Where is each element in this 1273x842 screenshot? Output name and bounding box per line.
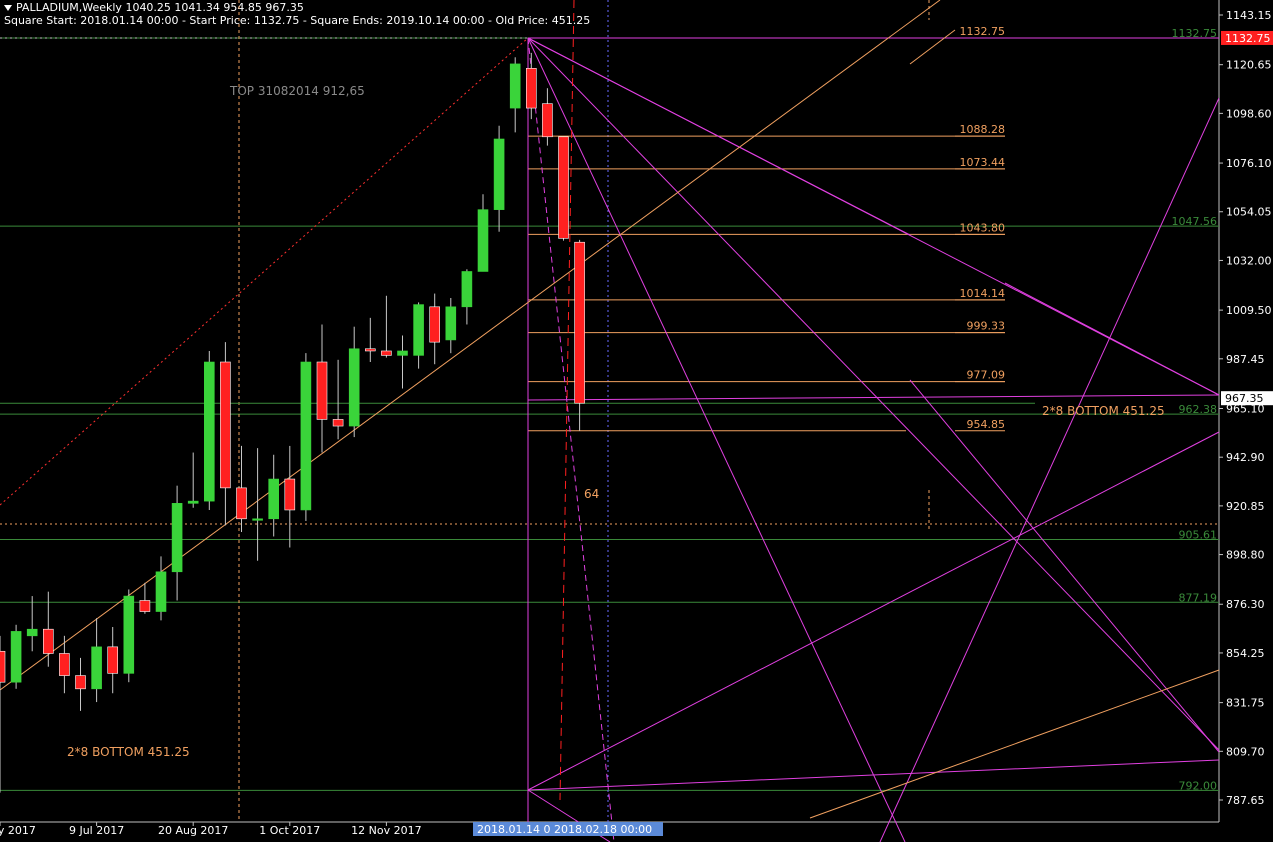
- candle-body: [0, 650, 6, 683]
- y-tick-label: 898.80: [1226, 549, 1265, 562]
- candle-body: [236, 487, 247, 520]
- candle-body: [525, 68, 537, 109]
- gann-line: [527, 431, 1220, 791]
- annotation-bottom-right: 2*8 BOTTOM 451.25: [1042, 404, 1165, 418]
- candle-body: [348, 348, 360, 427]
- candle-body: [542, 103, 553, 138]
- trend-line: [0, 0, 941, 691]
- candle-body: [187, 500, 199, 504]
- green-level-label: 905.61: [1179, 529, 1218, 542]
- candle-body: [316, 361, 328, 420]
- x-tick-label: 1 Oct 2017: [259, 824, 320, 837]
- candle-body: [445, 306, 457, 341]
- fib-level-label: 1014.14: [960, 287, 1006, 300]
- trend-line: [809, 669, 1220, 819]
- fib-level-label: 1088.28: [960, 123, 1006, 136]
- gann-line: [879, 97, 1220, 842]
- gann-line: [909, 379, 1220, 753]
- candle-body: [10, 631, 22, 683]
- current-price-tag-text: 967.35: [1225, 392, 1264, 405]
- candle-body: [397, 350, 408, 356]
- drawing-lines: [0, 0, 1220, 842]
- candle-body: [139, 600, 151, 612]
- chart-grid: [0, 0, 1220, 823]
- candles: [0, 52, 585, 793]
- high-price-tag-text: 1132.75: [1225, 32, 1271, 45]
- candle-body: [171, 503, 183, 573]
- candle-body: [429, 306, 441, 343]
- green-level-label: 1132.75: [1172, 27, 1218, 40]
- y-tick-label: 920.85: [1226, 500, 1265, 513]
- y-tick-label: 1009.50: [1226, 304, 1272, 317]
- candle-body: [42, 628, 54, 654]
- fib-level-label: 1073.44: [960, 156, 1006, 169]
- candle-body: [381, 350, 392, 356]
- y-tick-label: 876.30: [1226, 598, 1265, 611]
- y-tick-label: 831.75: [1226, 697, 1265, 710]
- y-tick-label: 1143.15: [1226, 9, 1272, 22]
- candle-body: [91, 646, 102, 690]
- fib-level-label: 977.09: [967, 369, 1006, 382]
- fib-level-label: 1132.75: [960, 25, 1006, 38]
- candle-body: [26, 628, 38, 637]
- annotation-top: TOP 31082014 912,65: [229, 84, 365, 98]
- candle-body: [300, 361, 312, 511]
- y-tick-label: 1120.65: [1226, 59, 1272, 72]
- candle-body: [155, 571, 167, 612]
- candle-body: [284, 478, 296, 511]
- y-tick-label: 1032.00: [1226, 254, 1272, 267]
- candle-body: [493, 138, 505, 210]
- gann-line: [527, 37, 906, 842]
- candle-body: [461, 271, 473, 308]
- price-axis: 1143.15 1120.65 1098.60 1076.10 1054.05 1032.…: [1219, 9, 1273, 807]
- red-dotted-trend-line: [0, 37, 529, 506]
- annotation-bottom-left: 2*8 BOTTOM 451.25: [67, 745, 190, 759]
- x-tick-label: 20 Aug 2017: [158, 824, 228, 837]
- candle-body: [364, 348, 376, 352]
- gann-line: [527, 394, 1220, 401]
- y-tick-label: 787.65: [1226, 794, 1265, 807]
- y-tick-label: 809.70: [1226, 745, 1265, 758]
- annotation-count: 64: [584, 487, 599, 501]
- candle-body: [574, 241, 585, 404]
- candle-body: [59, 653, 70, 676]
- green-level-label: 877.19: [1179, 591, 1218, 604]
- y-tick-label: 942.90: [1226, 451, 1265, 464]
- fib-level-label: 999.33: [967, 320, 1006, 333]
- y-tick-label: 1076.10: [1226, 157, 1272, 170]
- candle-body: [107, 646, 118, 674]
- candle-body: [558, 136, 569, 239]
- candle-body: [252, 518, 263, 521]
- fib-level-label: 954.85: [967, 418, 1006, 431]
- gann-line: [527, 37, 1220, 751]
- y-tick-label: 1054.05: [1226, 206, 1272, 219]
- candle-body: [123, 595, 135, 674]
- x-tick-label: 28 May 2017: [0, 824, 36, 837]
- x-tick-label: 12 Nov 2017: [351, 824, 421, 837]
- y-tick-label: 854.25: [1226, 647, 1265, 660]
- candle-body: [204, 361, 215, 502]
- green-level-label: 792.00: [1179, 779, 1218, 792]
- x-highlight-label: 2018.01.14 0 2018.02.18 00:00: [477, 823, 652, 836]
- candle-body: [477, 209, 489, 272]
- trend-line: [909, 29, 956, 65]
- green-level-label: 1047.56: [1172, 215, 1218, 228]
- gann-line: [1004, 282, 1220, 396]
- y-tick-label: 1098.60: [1226, 107, 1272, 120]
- fib-level-label: 1043.80: [960, 221, 1006, 234]
- time-axis: 28 May 2017 9 Jul 2017 20 Aug 2017 1 Oct 20…: [0, 822, 663, 837]
- y-tick-label: 987.45: [1226, 353, 1265, 366]
- price-chart[interactable]: 1132.751047.56962.38905.61877.19792.0011…: [0, 0, 1273, 842]
- candle-body: [75, 675, 86, 690]
- candle-body: [220, 361, 231, 489]
- candle-body: [332, 419, 344, 427]
- green-level-label: 962.38: [1179, 403, 1218, 416]
- candle-body: [509, 63, 521, 109]
- candle-body: [268, 478, 280, 520]
- candle-body: [413, 304, 424, 356]
- gann-line: [527, 759, 1220, 791]
- x-tick-label: 9 Jul 2017: [69, 824, 124, 837]
